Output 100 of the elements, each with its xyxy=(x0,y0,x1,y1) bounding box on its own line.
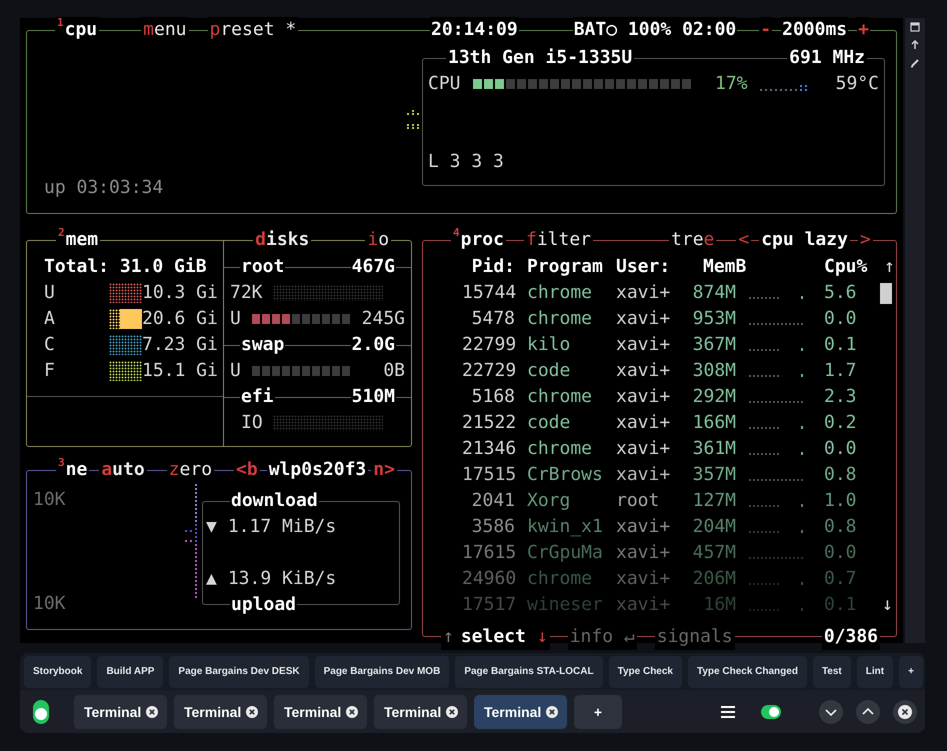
memory-cell-text: 361M xyxy=(692,437,736,461)
program-cell-text: chrome xyxy=(527,281,594,305)
terminal-tab[interactable]: Terminal xyxy=(474,694,567,728)
task-button[interactable]: Test xyxy=(812,656,851,688)
window-icon[interactable] xyxy=(910,22,920,32)
process-sparkline xyxy=(749,556,803,559)
memory-value: 7.23 Gi xyxy=(142,333,218,357)
terminal-tab[interactable]: Terminal xyxy=(274,694,367,728)
memory-cell-text: 206M xyxy=(692,567,736,591)
program-cell-text: chrome xyxy=(527,385,594,409)
pid-cell-text: 5168 xyxy=(470,385,515,409)
memory-cell-text: 16M xyxy=(702,593,736,617)
program-cell-text: kwin_x1 xyxy=(527,515,604,539)
memory-cell-text: 204M xyxy=(692,515,736,539)
memory-cell-text: 127M xyxy=(692,489,736,513)
pid-cell-text: 24960 xyxy=(462,567,515,591)
task-button[interactable]: Build APP xyxy=(97,656,164,688)
process-sparkline xyxy=(749,374,803,377)
cpu-cell-text: 0.1 xyxy=(824,333,858,357)
task-button[interactable]: Page Bargains Dev DESK xyxy=(169,656,309,688)
process-sparkline xyxy=(749,348,803,351)
io-rate: 72K xyxy=(230,281,264,305)
user-cell-text: xavi+ xyxy=(616,411,672,435)
uptime: up 03:03:34 xyxy=(44,176,164,200)
chevron-up-icon[interactable] xyxy=(856,700,880,724)
task-button[interactable]: Page Bargains STA-LOCAL xyxy=(455,656,603,688)
close-icon[interactable] xyxy=(546,706,558,718)
column-header[interactable]: Program xyxy=(527,254,616,280)
cpu-sparkline xyxy=(760,85,808,91)
toggle-switch[interactable] xyxy=(761,704,781,718)
memory-label: U xyxy=(44,281,56,305)
terminal-tab[interactable]: Terminal xyxy=(74,694,167,728)
user-cell-text: xavi+ xyxy=(616,515,672,539)
pin-icon[interactable] xyxy=(910,40,920,50)
column-header[interactable]: Pid: xyxy=(462,254,515,280)
cpu-cell-text: 0.7 xyxy=(824,567,858,591)
scrollbar-thumb[interactable] xyxy=(880,282,892,304)
memory-value: 20.6 Gi xyxy=(142,307,218,331)
usage-value: 0B xyxy=(383,359,405,383)
task-button[interactable]: Type Check Changed xyxy=(688,656,807,688)
user-cell-text: xavi+ xyxy=(616,541,672,565)
terminal-tab[interactable]: Terminal xyxy=(374,694,467,728)
memory-cell-text: 953M xyxy=(692,307,736,331)
pid-cell-text: 2041 xyxy=(470,489,515,513)
upload-rate: 13.9 KiB/s xyxy=(228,567,336,591)
close-icon[interactable] xyxy=(246,706,258,718)
cpu-cell-text: 0.8 xyxy=(824,515,858,539)
program-cell-text: CrBrows xyxy=(527,463,604,487)
usage-label: U xyxy=(230,307,242,331)
user-cell-text: xavi+ xyxy=(616,359,672,383)
program-cell-text: code xyxy=(527,359,572,383)
memory-cell-text: 292M xyxy=(692,385,736,409)
new-tab-button[interactable]: + xyxy=(574,694,622,728)
process-sparkline xyxy=(749,582,803,585)
terminal-tab[interactable]: Terminal xyxy=(174,694,267,728)
close-icon[interactable] xyxy=(346,706,358,718)
process-sparkline xyxy=(749,400,803,403)
menu-icon[interactable] xyxy=(721,706,735,718)
program-cell-text: CrGpuMa xyxy=(527,541,604,565)
memory-label: C xyxy=(44,333,56,357)
cpu-cell-text: 0.1 xyxy=(824,593,858,617)
process-sparkline xyxy=(749,478,803,481)
pid-cell-text: 17515 xyxy=(462,463,515,487)
load-average: L 3 3 3 xyxy=(428,150,504,174)
task-button[interactable]: Type Check xyxy=(608,656,682,688)
memory-value: 15.1 Gi xyxy=(142,359,218,383)
user-cell-text: xavi+ xyxy=(616,437,672,461)
program-cell-text: chrome xyxy=(527,567,594,591)
graph-scale: 10K xyxy=(33,592,66,616)
close-icon[interactable] xyxy=(446,706,458,718)
user-cell-text: xavi+ xyxy=(616,281,672,305)
cpu-cell-text: 0.0 xyxy=(824,541,858,565)
cpu-cell-text: 5.6 xyxy=(824,281,858,305)
chevron-down-icon[interactable] xyxy=(819,700,843,724)
cpu-cell-text: 0.8 xyxy=(824,463,858,487)
cpu-percent: 17% xyxy=(715,72,748,96)
task-button[interactable]: Lint xyxy=(856,656,894,688)
pencil-icon[interactable] xyxy=(910,58,920,68)
pid-cell-text: 5478 xyxy=(470,307,515,331)
task-button[interactable]: Storybook xyxy=(24,656,92,688)
close-icon[interactable] xyxy=(146,706,158,718)
column-header[interactable]: User: xyxy=(616,254,703,280)
memory-value: 10.3 Gi xyxy=(142,281,218,305)
task-button[interactable]: + xyxy=(899,656,923,688)
close-icon[interactable] xyxy=(893,700,917,724)
process-sparkline xyxy=(749,504,803,507)
program-cell-text: chrome xyxy=(527,307,594,331)
pid-cell-text: 17517 xyxy=(462,593,515,617)
memory-cell-text: 457M xyxy=(692,541,736,565)
column-header[interactable]: MemB xyxy=(703,254,824,280)
user-cell-text: xavi+ xyxy=(616,567,672,591)
task-button[interactable]: Page Bargains Dev MOB xyxy=(314,656,450,688)
pid-cell-text: 3586 xyxy=(470,515,515,539)
pid-cell-text: 21522 xyxy=(462,411,515,435)
scroll-up-arrow: ↑ xyxy=(884,255,895,279)
memory-cell-text: 874M xyxy=(692,281,736,305)
cpu-cell-text: 0.0 xyxy=(824,307,858,331)
column-header[interactable]: Cpu% xyxy=(824,254,880,280)
user-cell-text: root xyxy=(616,489,660,513)
memory-total: Total: 31.0 GiB xyxy=(43,255,207,279)
